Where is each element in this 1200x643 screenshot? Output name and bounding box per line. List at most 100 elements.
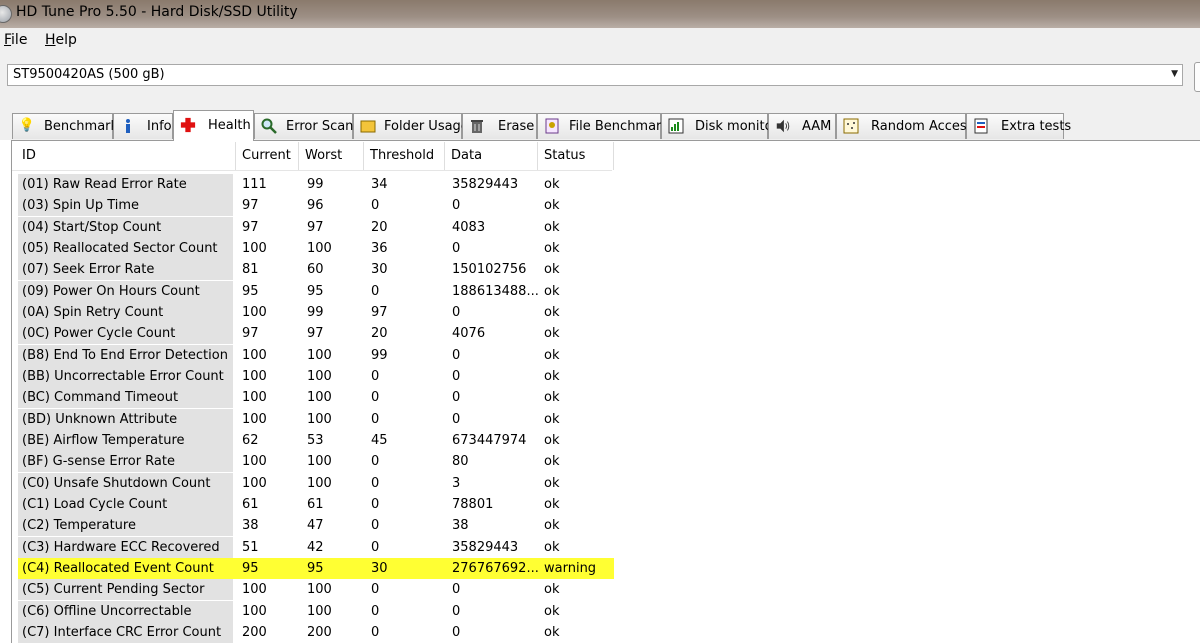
column-header-worst[interactable]: Worst	[299, 142, 364, 170]
tab-erase[interactable]: Erase	[462, 113, 537, 139]
table-row[interactable]: (BD) Unknown Attribute 100 100 0 0 ok	[18, 408, 614, 430]
cell-worst: 53	[307, 433, 324, 448]
attribute-name: (C0) Unsafe Shutdown Count	[22, 475, 211, 491]
table-row[interactable]: (03) Spin Up Time 97 96 0 0 ok	[18, 195, 614, 217]
cell-worst: 100	[307, 347, 332, 363]
cell-worst: 95	[307, 283, 324, 299]
cell-current: 81	[242, 262, 259, 278]
cell-status: ok	[544, 262, 560, 278]
tab-disk-monitor[interactable]: Disk monitor	[661, 113, 778, 139]
attribute-name: (05) Reallocated Sector Count	[22, 241, 218, 256]
cell-worst: 96	[307, 198, 324, 214]
cell-threshold: 20	[371, 219, 388, 235]
cell-worst: 99	[307, 177, 324, 192]
menu-help[interactable]: Help	[45, 32, 77, 48]
cell-current: 97	[242, 219, 259, 235]
attribute-id-cell: (BF) G-sense Error Rate	[18, 451, 233, 473]
menu-bar: File Help	[0, 28, 1200, 54]
table-row[interactable]: (BF) G-sense Error Rate 100 100 0 80 ok	[18, 451, 614, 473]
table-row[interactable]: (BB) Uncorrectable Error Count 100 100 0 0 ok	[18, 366, 614, 387]
table-row[interactable]: (B8) End To End Error Detection 100 100 99 0…	[18, 344, 614, 366]
table-row[interactable]: (0A) Spin Retry Count 100 99 97 0 ok	[18, 302, 614, 323]
tab-info[interactable]: Info	[113, 113, 173, 139]
cell-threshold: 30	[371, 560, 388, 576]
table-row[interactable]: (C6) Offline Uncorrectable 100 100 0 0 ok	[18, 600, 614, 622]
table-row[interactable]: (04) Start/Stop Count 97 97 20 4083 ok	[18, 216, 614, 238]
cell-current: 100	[242, 347, 267, 363]
attribute-name: (BF) G-sense Error Rate	[22, 454, 175, 470]
cell-current: 100	[242, 454, 267, 470]
cell-status: ok	[544, 369, 560, 384]
cell-current: 61	[242, 496, 259, 512]
cell-status: ok	[544, 177, 560, 192]
cell-data: 0	[452, 198, 461, 214]
table-row[interactable]: (C0) Unsafe Shutdown Count 100 100 0 3 ok	[18, 472, 614, 494]
attribute-id-cell: (B8) End To End Error Detection	[18, 344, 233, 366]
cell-data: 673447974	[452, 433, 527, 448]
cell-data: 35829443	[452, 539, 519, 555]
table-row[interactable]: (C5) Current Pending Sector 100 100 0 0 ok	[18, 579, 614, 601]
attribute-id-cell: (C3) Hardware ECC Recovered	[18, 536, 233, 558]
table-row[interactable]: (C1) Load Cycle Count 61 61 0 78801 ok	[18, 493, 614, 515]
column-header-id[interactable]: ID	[16, 142, 236, 170]
menu-file[interactable]: File	[4, 32, 27, 48]
table-row[interactable]: (C3) Hardware ECC Recovered 51 42 0 35829443…	[18, 536, 614, 558]
cell-data: 0	[452, 347, 461, 363]
tab-folder-usage[interactable]: Folder Usage	[353, 113, 469, 139]
tab-random-access[interactable]: Random Access	[836, 113, 973, 139]
cell-data: 38	[452, 518, 469, 534]
cell-current: 100	[242, 369, 267, 384]
cell-worst: 100	[307, 390, 332, 406]
drive-dropdown[interactable]: ST9500420AS (500 gB) ▼	[7, 64, 1183, 86]
tab-label: Health	[208, 118, 251, 133]
table-row[interactable]: (C4) Reallocated Event Count 95 95 30 276767…	[18, 557, 614, 579]
attribute-name: (BE) Airflow Temperature	[22, 433, 185, 448]
cell-data: 0	[452, 305, 461, 320]
cell-threshold: 36	[371, 241, 388, 256]
cell-current: 38	[242, 518, 259, 534]
cell-worst: 95	[307, 560, 324, 576]
cell-worst: 100	[307, 369, 332, 384]
cell-current: 100	[242, 241, 267, 256]
cell-data: 4083	[452, 219, 486, 235]
cell-status: ok	[544, 433, 560, 448]
tab-aam[interactable]: AAM	[768, 113, 836, 139]
attribute-name: (BB) Uncorrectable Error Count	[22, 369, 224, 384]
cell-current: 51	[242, 539, 259, 555]
cell-threshold: 0	[371, 390, 380, 406]
table-row[interactable]: (BE) Airflow Temperature 62 53 45 673447974 o…	[18, 430, 614, 451]
tab-health[interactable]: Health	[173, 110, 254, 141]
table-row[interactable]: (C7) Interface CRC Error Count 200 200 0 0 ok	[18, 621, 614, 643]
cell-worst: 100	[307, 475, 332, 491]
table-row[interactable]: (05) Reallocated Sector Count 100 100 36 0 ok	[18, 238, 614, 259]
table-row[interactable]: (01) Raw Read Error Rate 111 99 34 35829443 o…	[18, 174, 614, 195]
cell-current: 100	[242, 390, 267, 406]
side-button[interactable]	[1194, 62, 1200, 92]
title-bar: HD Tune Pro 5.50 - Hard Disk/SSD Utility	[0, 0, 1200, 28]
table-row[interactable]: (0C) Power Cycle Count 97 97 20 4076 ok	[18, 323, 614, 345]
cell-threshold: 20	[371, 326, 388, 342]
cell-worst: 97	[307, 219, 324, 235]
column-header-data[interactable]: Data	[445, 142, 538, 170]
tab-benchmark[interactable]: 💡 Benchmark	[12, 113, 118, 139]
attribute-id-cell: (0A) Spin Retry Count	[18, 302, 233, 323]
tab-file-benchmark[interactable]: File Benchmark	[537, 113, 669, 139]
table-row[interactable]: (07) Seek Error Rate 81 60 30 150102756 ok	[18, 259, 614, 281]
tab-label: File Benchmark	[569, 119, 669, 134]
dropdown-arrow-icon[interactable]: ▼	[1171, 69, 1178, 79]
table-row[interactable]: (BC) Command Timeout 100 100 0 0 ok	[18, 387, 614, 409]
column-header-status[interactable]: Status	[538, 142, 614, 170]
attribute-name: (03) Spin Up Time	[22, 198, 140, 214]
tab-error-scan[interactable]: Error Scan	[254, 113, 353, 139]
attribute-name: (04) Start/Stop Count	[22, 219, 162, 235]
tab-extra-tests[interactable]: Extra tests	[966, 113, 1071, 139]
window-title: HD Tune Pro 5.50 - Hard Disk/SSD Utility	[16, 4, 298, 20]
column-header-current[interactable]: Current	[236, 142, 299, 170]
cell-data: 0	[452, 603, 461, 619]
cell-data: 276767692...	[452, 560, 539, 576]
table-row[interactable]: (C2) Temperature 38 47 0 38 ok	[18, 515, 614, 537]
file-benchmark-icon	[544, 118, 560, 134]
table-row[interactable]: (09) Power On Hours Count 95 95 0 188613488.…	[18, 280, 614, 302]
column-header-threshold[interactable]: Threshold	[364, 142, 445, 170]
attribute-id-cell: (BC) Command Timeout	[18, 387, 233, 409]
